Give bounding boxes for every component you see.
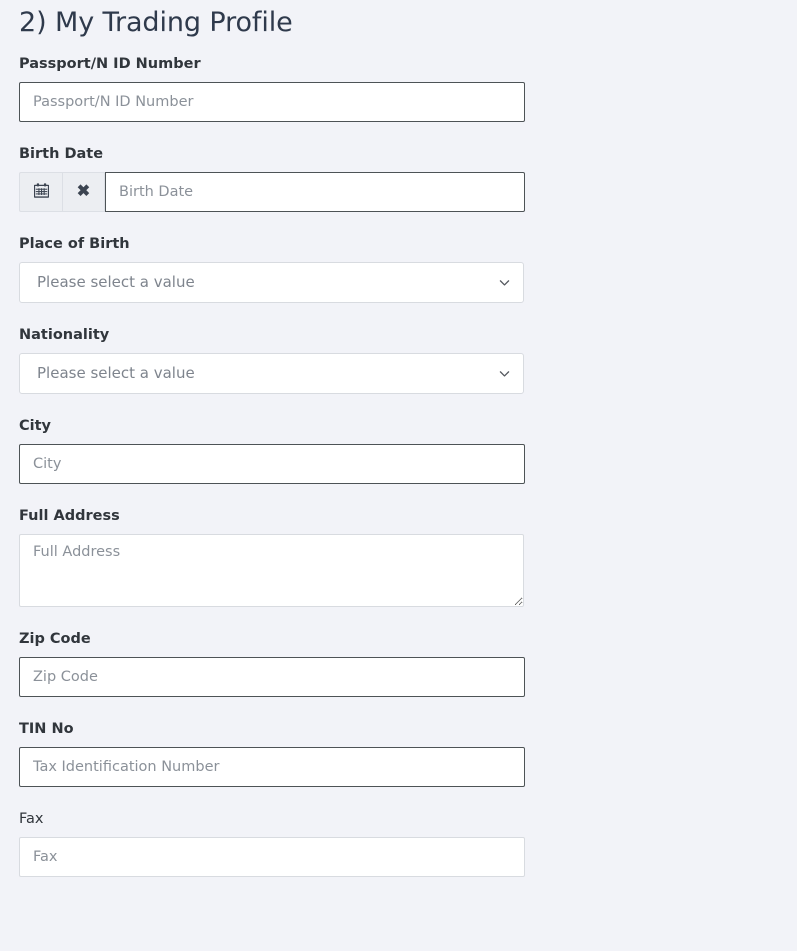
field-birth-date: Birth Date ✖ Birth Date	[19, 145, 525, 212]
field-zip-code: Zip Code	[19, 630, 525, 697]
birth-date-input-group: ✖	[19, 172, 525, 212]
field-city: City	[19, 417, 525, 484]
place-of-birth-label: Place of Birth	[19, 236, 130, 252]
full-address-label: Full Address	[19, 508, 120, 524]
zip-code-label: Zip Code	[19, 631, 91, 647]
zip-code-input[interactable]	[19, 657, 525, 697]
field-fax: Fax	[19, 810, 525, 877]
full-address-textarea[interactable]	[19, 534, 524, 607]
field-tin-no: TIN No	[19, 720, 525, 787]
city-label: City	[19, 418, 51, 434]
birth-date-input[interactable]	[105, 172, 525, 212]
nationality-select[interactable]: Please select a value	[19, 353, 524, 394]
place-of-birth-select[interactable]: Please select a value	[19, 262, 524, 303]
nationality-select-wrap: Please select a value	[19, 353, 524, 394]
page-title: 2) My Trading Profile	[19, 7, 293, 38]
fax-input[interactable]	[19, 837, 525, 877]
calendar-icon-button[interactable]	[19, 172, 62, 212]
place-of-birth-select-wrap: Please select a value	[19, 262, 524, 303]
calendar-icon	[33, 183, 49, 201]
clear-date-button[interactable]: ✖	[62, 172, 105, 212]
passport-id-input[interactable]	[19, 82, 525, 122]
tin-no-input[interactable]	[19, 747, 525, 787]
field-passport-id: Passport/N ID Number	[19, 55, 525, 122]
field-full-address: Full Address	[19, 507, 525, 607]
field-nationality: Nationality Please select a value	[19, 326, 525, 394]
passport-id-label: Passport/N ID Number	[19, 56, 201, 72]
nationality-label: Nationality	[19, 327, 110, 343]
field-place-of-birth: Place of Birth Please select a value	[19, 235, 525, 303]
tin-no-label: TIN No	[19, 721, 74, 737]
birth-date-label: Birth Date	[19, 146, 104, 162]
fax-label: Fax	[19, 811, 44, 827]
trading-profile-form-page: 2) My Trading Profile Passport/N ID Numb…	[0, 0, 797, 951]
close-icon: ✖	[76, 183, 91, 200]
city-input[interactable]	[19, 444, 525, 484]
